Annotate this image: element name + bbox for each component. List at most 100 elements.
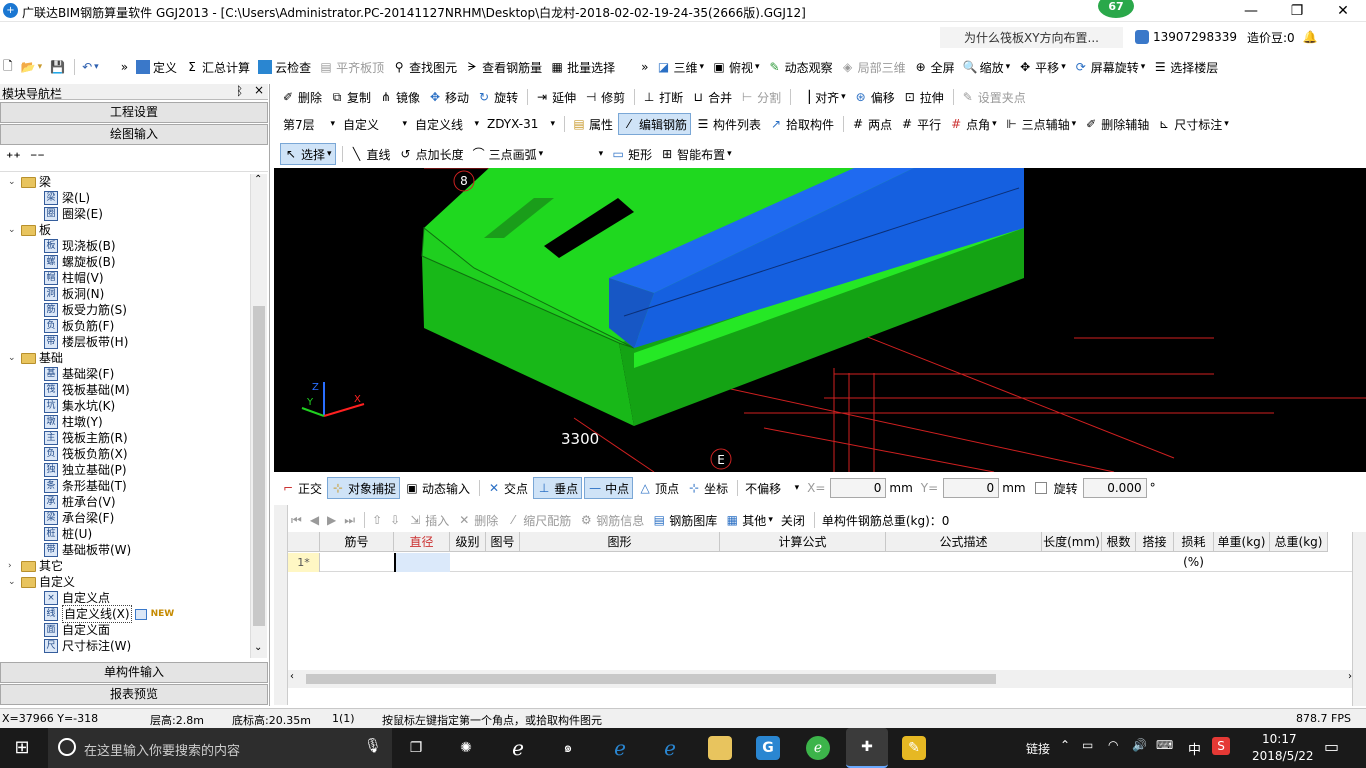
parallel-axis-button[interactable]: # 平行	[897, 113, 944, 135]
single-component-input-button[interactable]: 单构件输入	[0, 662, 268, 683]
3d-scene[interactable]: 8 E 3300 Z X Y	[274, 168, 1366, 472]
column-header[interactable]: 总重(kg)	[1270, 532, 1328, 552]
perpendicular-snap-button[interactable]: ⊥ 垂点	[533, 477, 583, 499]
split-button[interactable]: ⊢ 分割	[737, 86, 784, 108]
column-header[interactable]: 筋号	[320, 532, 394, 552]
dynamic-input-button[interactable]: ▣ 动态输入	[402, 477, 473, 499]
rotate-input[interactable]: 0.000	[1082, 478, 1147, 498]
rotate-checkbox[interactable]	[1034, 482, 1047, 494]
tree-item[interactable]: 梁梁(L)	[44, 190, 90, 206]
select-tool-button[interactable]: ↖ 选择 ▾	[280, 143, 336, 165]
expand-toggle-icon[interactable]: ⌄	[8, 350, 18, 366]
tree-item[interactable]: 独独立基础(P)	[44, 462, 127, 478]
tree-item[interactable]: 基基础梁(F)	[44, 366, 114, 382]
expand-toggle-icon[interactable]: ⌄	[8, 574, 18, 590]
floor-select[interactable]: 第7层 ▾	[280, 113, 338, 135]
tree-folder[interactable]: ⌄ 自定义	[8, 574, 75, 590]
3d-view-button[interactable]: ◪ 三维 ▾	[653, 56, 707, 78]
column-header[interactable]: 根数	[1102, 532, 1136, 552]
grid-vscrollbar[interactable]	[1352, 532, 1366, 706]
component-select[interactable]: ZDYX-31 ▾	[484, 113, 558, 135]
line-tool-button[interactable]: ╲ 直线	[347, 143, 394, 165]
offset-button[interactable]: ⊛ 偏移	[851, 86, 898, 108]
panel-close-icon[interactable]: ×	[254, 83, 264, 97]
column-header[interactable]: 损耗(%)	[1174, 532, 1214, 569]
phone-number[interactable]: 13907298339	[1153, 30, 1237, 44]
edit-rebar-button[interactable]: ⁄ 编辑钢筋	[618, 113, 692, 135]
local-3d-button[interactable]: ◈ 局部三维	[838, 56, 909, 78]
tree-folder[interactable]: ⌄ 基础	[8, 350, 63, 366]
merge-button[interactable]: ⊔ 合并	[688, 86, 735, 108]
diameter-cell[interactable]	[394, 553, 450, 572]
zoom-button[interactable]: 🔍 缩放 ▾	[960, 56, 1014, 78]
open-file-icon[interactable]: 📂 ▾	[18, 56, 45, 78]
expand-all-icon[interactable]: ⁺⁺	[6, 150, 21, 166]
notepad-app-icon[interactable]: ✎	[902, 736, 926, 760]
last-record-icon[interactable]: ⏭	[341, 509, 358, 531]
midpoint-snap-button[interactable]: — 中点	[584, 477, 634, 499]
define-button[interactable]: 定义	[133, 56, 180, 78]
batch-select-button[interactable]: ▦ 批量选择	[547, 56, 618, 78]
tree-item[interactable]: 尺尺寸标注(W)	[44, 638, 131, 654]
hscroll-thumb[interactable]	[306, 674, 996, 684]
tree-item[interactable]: 线自定义线(X) NEW	[44, 605, 174, 623]
volume-icon[interactable]: 🔊	[1132, 738, 1147, 752]
taskbar-search-box[interactable]: 在这里输入你要搜索的内容 🎙	[48, 728, 392, 768]
set-grip-button[interactable]: ✎ 设置夹点	[958, 86, 1029, 108]
tree-item[interactable]: 桩桩(U)	[44, 526, 92, 542]
question-link[interactable]: 为什么筏板XY方向布置...	[940, 26, 1123, 48]
fullscreen-button[interactable]: ⊕ 全屏	[911, 56, 958, 78]
column-header[interactable]: 公式描述	[886, 532, 1042, 552]
maximize-button[interactable]: ❐	[1274, 0, 1320, 22]
minimize-button[interactable]: —	[1228, 0, 1274, 22]
view-rebar-button[interactable]: ᗒ 查看钢筋量	[462, 56, 545, 78]
next-record-icon[interactable]: ▶	[324, 509, 339, 531]
delete-button[interactable]: ✐ 删除	[278, 86, 325, 108]
three-point-arc-button[interactable]: ⌒ 三点画弧 ▾	[469, 143, 547, 165]
scroll-up-icon[interactable]: ⌃	[254, 174, 262, 185]
tray-chevron-icon[interactable]: ⌃	[1060, 738, 1070, 752]
x-input[interactable]: 0	[830, 478, 887, 498]
tree-item[interactable]: 条条形基础(T)	[44, 478, 127, 494]
other-button[interactable]: ▦ 其他 ▾	[722, 509, 776, 531]
tree-item[interactable]: 筋板受力筋(S)	[44, 302, 127, 318]
pan-button[interactable]: ✥ 平移 ▾	[1015, 56, 1069, 78]
align-slab-top-button[interactable]: ▤ 平齐板顶	[316, 56, 387, 78]
tree-item[interactable]: 螺螺旋板(B)	[44, 254, 116, 270]
properties-button[interactable]: ▤ 属性	[569, 113, 616, 135]
tree-item[interactable]: 坑集水坑(K)	[44, 398, 115, 414]
pinwheel-app-icon[interactable]: ✺	[454, 736, 478, 760]
tree-scrollbar[interactable]: ⌃ ⌄	[250, 174, 267, 658]
extend-button[interactable]: ⇥ 延伸	[532, 86, 579, 108]
expand-toggle-icon[interactable]: ⌄	[8, 174, 18, 190]
column-header[interactable]: 计算公式	[720, 532, 886, 552]
g-app-icon[interactable]: G	[756, 736, 780, 760]
tree-item[interactable]: 承桩承台(V)	[44, 494, 116, 510]
wifi-icon[interactable]: ◠	[1108, 738, 1118, 752]
dynamic-observe-button[interactable]: ✎ 动态观察	[765, 56, 836, 78]
report-preview-button[interactable]: 报表预览	[0, 684, 268, 705]
clock-time[interactable]: 10:17	[1262, 732, 1297, 746]
3d-viewport[interactable]: 8 E 3300 Z X Y	[274, 168, 1366, 472]
tree-item[interactable]: 墩柱墩(Y)	[44, 414, 103, 430]
break-button[interactable]: ⊥ 打断	[639, 86, 686, 108]
tree-item[interactable]: 筏筏板基础(M)	[44, 382, 130, 398]
first-record-icon[interactable]: ⏮	[288, 509, 305, 531]
find-element-button[interactable]: ⚲ 查找图元	[389, 56, 460, 78]
arc-mode-select[interactable]: ▾	[548, 143, 607, 165]
select-floor-button[interactable]: ☰ 选择楼层	[1150, 56, 1221, 78]
expand-toggle-icon[interactable]: ⌄	[8, 222, 18, 238]
start-windows-icon[interactable]: ⊞	[10, 736, 34, 760]
insert-button[interactable]: ⇲ 插入	[405, 509, 452, 531]
three-point-axis-button[interactable]: ⊩ 三点辅轴 ▾	[1002, 113, 1080, 135]
prev-record-icon[interactable]: ◀	[307, 509, 322, 531]
y-input[interactable]: 0	[943, 478, 1000, 498]
microphone-icon[interactable]: 🎙	[364, 738, 382, 754]
tree-item[interactable]: 圈圈梁(E)	[44, 206, 103, 222]
battery-icon[interactable]: ▭	[1082, 738, 1093, 752]
summary-calc-button[interactable]: Σ 汇总计算	[182, 56, 253, 78]
intersection-snap-button[interactable]: ✕ 交点	[484, 477, 531, 499]
tree-item[interactable]: × 自定义点	[44, 590, 110, 606]
drawing-input-button[interactable]: 绘图输入	[0, 124, 268, 145]
bell-icon[interactable]: 🔔	[1303, 30, 1318, 44]
